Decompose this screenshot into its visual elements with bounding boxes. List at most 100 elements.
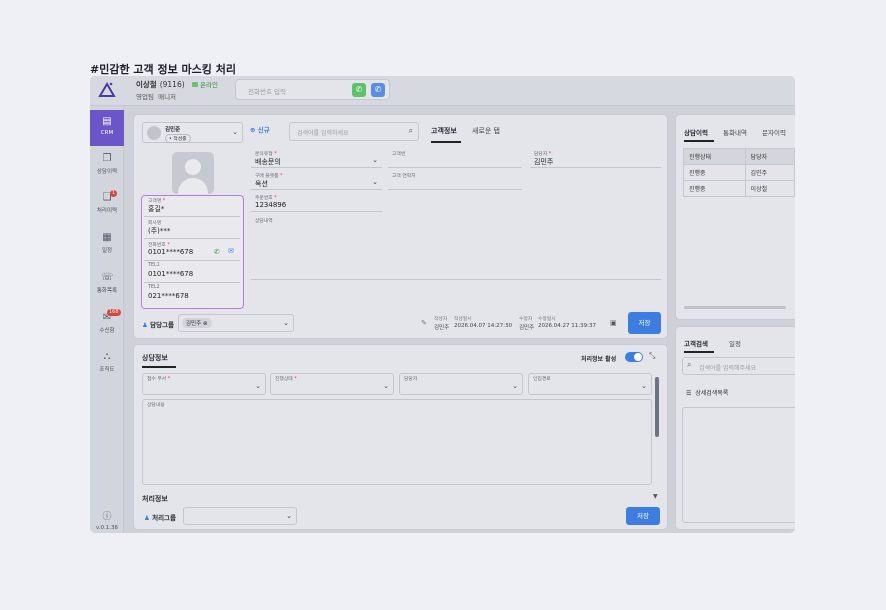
field-label: 담당자 *	[534, 150, 551, 157]
scrollbar[interactable]	[655, 377, 659, 437]
chevron-down-icon: ⌄	[641, 382, 647, 390]
manager-field[interactable]: 담당자 * 김민주	[530, 149, 661, 168]
tab-sms-history[interactable]: 문자이력	[762, 127, 786, 137]
field-label: 인입경로	[533, 377, 551, 382]
search-box: 검색어를 입력하세요 ⌕	[289, 122, 419, 141]
new-customer-button[interactable]: ⊕ 신규	[250, 124, 270, 134]
table-row[interactable]: 진행중 이상철	[683, 180, 795, 197]
table-cell: 이상철	[744, 180, 795, 197]
callback-button[interactable]: ✆	[371, 83, 385, 97]
tab-schedule[interactable]: 일정	[729, 338, 741, 348]
phone-field[interactable]: 전화번호 * 0101****678 ✆ ✉	[144, 240, 240, 261]
consult-content-textarea[interactable]: 상담내용	[142, 399, 652, 485]
message-icon[interactable]: ✉	[228, 247, 234, 255]
save-button[interactable]: 저장	[628, 312, 661, 334]
chevron-down-icon: ⌄	[255, 382, 261, 390]
field-label: 고객번	[392, 152, 406, 157]
sidebar-item-calls[interactable]: ☏ 통화목록	[90, 272, 124, 294]
process-group-label-text: 처리그룹	[152, 514, 177, 522]
tab-customer-info[interactable]: 고객정보	[431, 126, 457, 136]
table-row[interactable]: 진행중 김민주	[683, 164, 795, 181]
customer-info-panel: 김민준 • 작성중 ⌄ 고객명 * 홍길* 회사명 (주)*** 전화번호 * …	[133, 114, 668, 339]
field-value: 김민주	[534, 158, 554, 166]
writer-value: 김민주	[434, 325, 450, 331]
search-input[interactable]: 검색어를 입력하세요	[297, 128, 349, 137]
field-label: 고객 연락처	[392, 174, 416, 179]
customer-selector[interactable]: 김민준 • 작성중 ⌄	[142, 122, 243, 143]
column-header: 담당자	[744, 148, 795, 165]
info-icon[interactable]: ⓘ	[101, 511, 113, 523]
written-at-label: 작성일시	[454, 317, 472, 322]
column-header: 진행상태	[683, 148, 746, 165]
field-label: 회사명	[148, 221, 162, 226]
customer-name-field[interactable]: 고객명 * 홍길*	[144, 196, 240, 217]
inflow-path-select[interactable]: 인입경로 ⌄	[528, 373, 652, 395]
progress-status-select[interactable]: 진행상태 * ⌄	[270, 373, 394, 395]
chevron-down-icon: ⌄	[232, 128, 238, 136]
tel2-field[interactable]: TEL2 021****678	[144, 284, 240, 305]
group-select[interactable]: 김민주 ⊗ ⌄	[178, 314, 294, 332]
customer-search-input[interactable]: 검색어를 입력해주세요	[699, 363, 756, 372]
tel1-field[interactable]: TEL1 0101****678	[144, 262, 240, 283]
field-label: TEL2	[148, 285, 160, 290]
customer-contact-field[interactable]: 고객 연락처	[388, 171, 522, 190]
inquiry-type-select[interactable]: 문의유형 * 배송문의 ⌄	[251, 149, 382, 168]
memo-textarea[interactable]: 상담내역	[251, 216, 661, 280]
sidebar-item-label: 수신함	[99, 328, 115, 334]
field-value: (주)***	[148, 227, 171, 235]
call-list-icon: ☏	[101, 272, 114, 283]
process-toggle[interactable]	[625, 352, 643, 362]
sidebar-item-label: 통화목록	[96, 288, 118, 294]
sidebar-item-org[interactable]: ⛬ 조직도	[90, 351, 124, 373]
field-label: 구매 플랫폼 *	[255, 172, 283, 179]
edited-at-label: 수정일시	[538, 317, 556, 322]
edit-pencil-icon: ✎	[421, 319, 427, 327]
tab-customer-search[interactable]: 고객검색	[684, 338, 708, 348]
sidebar-item-inbox[interactable]: ✉ 수신함 168	[90, 309, 124, 334]
save-draft-icon[interactable]: ▣	[610, 319, 617, 327]
active-tab-indicator	[684, 140, 714, 142]
group-icon: ♟	[142, 321, 148, 329]
field-value: 021****678	[148, 292, 189, 300]
collapse-icon[interactable]: ⤡	[649, 351, 655, 361]
sidebar-item-crm[interactable]: ▤ CRM	[90, 110, 124, 146]
tab-call-history[interactable]: 통화내역	[723, 127, 747, 137]
sidebar-item-process[interactable]: ❏ 처리이력 1	[90, 190, 124, 214]
process-group-select[interactable]: ⌄	[183, 507, 297, 525]
purchase-platform-select[interactable]: 구매 플랫폼 * 옥션 ⌄	[251, 171, 382, 190]
consult-manager-select[interactable]: 담당자 ⌄	[399, 373, 523, 395]
tab-consult-history[interactable]: 상담이력	[684, 127, 708, 137]
search-icon[interactable]: ⌕	[687, 360, 691, 370]
sidebar-item-history[interactable]: ❐ 상담이력	[90, 153, 124, 175]
status-text: 온라인	[200, 81, 218, 89]
field-label: 상담내용	[147, 403, 165, 408]
tab-new[interactable]: 새로운 탭	[472, 126, 500, 136]
notification-badge: 1	[110, 190, 118, 197]
order-number-field[interactable]: 주문번호 * 1234896	[251, 193, 382, 212]
sidebar-item-schedule[interactable]: ▦ 일정	[90, 232, 124, 254]
sidebar-item-label: 조직도	[99, 367, 115, 373]
phone-call-icon[interactable]: ✆	[214, 248, 220, 256]
chip-remove-icon[interactable]: ⊗	[203, 321, 208, 327]
detail-search-toggle[interactable]: ☰ 상세검색목록	[686, 388, 728, 397]
consult-save-button[interactable]: 저장	[626, 507, 660, 525]
company-field[interactable]: 회사명 (주)***	[144, 218, 240, 239]
field-label: 주문번호 *	[255, 194, 277, 201]
phone-input[interactable]: 전화번호 입력	[248, 86, 286, 96]
horizontal-scrollbar[interactable]	[684, 306, 786, 309]
edited-at-value: 2026.04.27 11:39:37	[538, 323, 596, 329]
avatar	[147, 126, 161, 140]
scroll-down-icon[interactable]: ▼	[653, 493, 658, 500]
call-button[interactable]: ✆	[352, 83, 366, 97]
agent-status[interactable]: 온라인	[192, 79, 218, 89]
field-label: 접수 부서 *	[147, 375, 170, 382]
department-select[interactable]: 접수 부서 * ⌄	[142, 373, 266, 395]
sidebar-item-label: 상담이력	[96, 169, 118, 175]
search-icon[interactable]: ⌕	[409, 126, 413, 136]
app-logo-icon[interactable]	[98, 81, 116, 99]
process-title: 처리정보	[142, 495, 168, 503]
customer-name: 김민준	[165, 127, 181, 133]
customer-id-field[interactable]: 고객번	[388, 149, 522, 168]
written-at-value: 2026.04.07 14:27:30	[454, 323, 512, 329]
customer-photo	[172, 152, 214, 194]
